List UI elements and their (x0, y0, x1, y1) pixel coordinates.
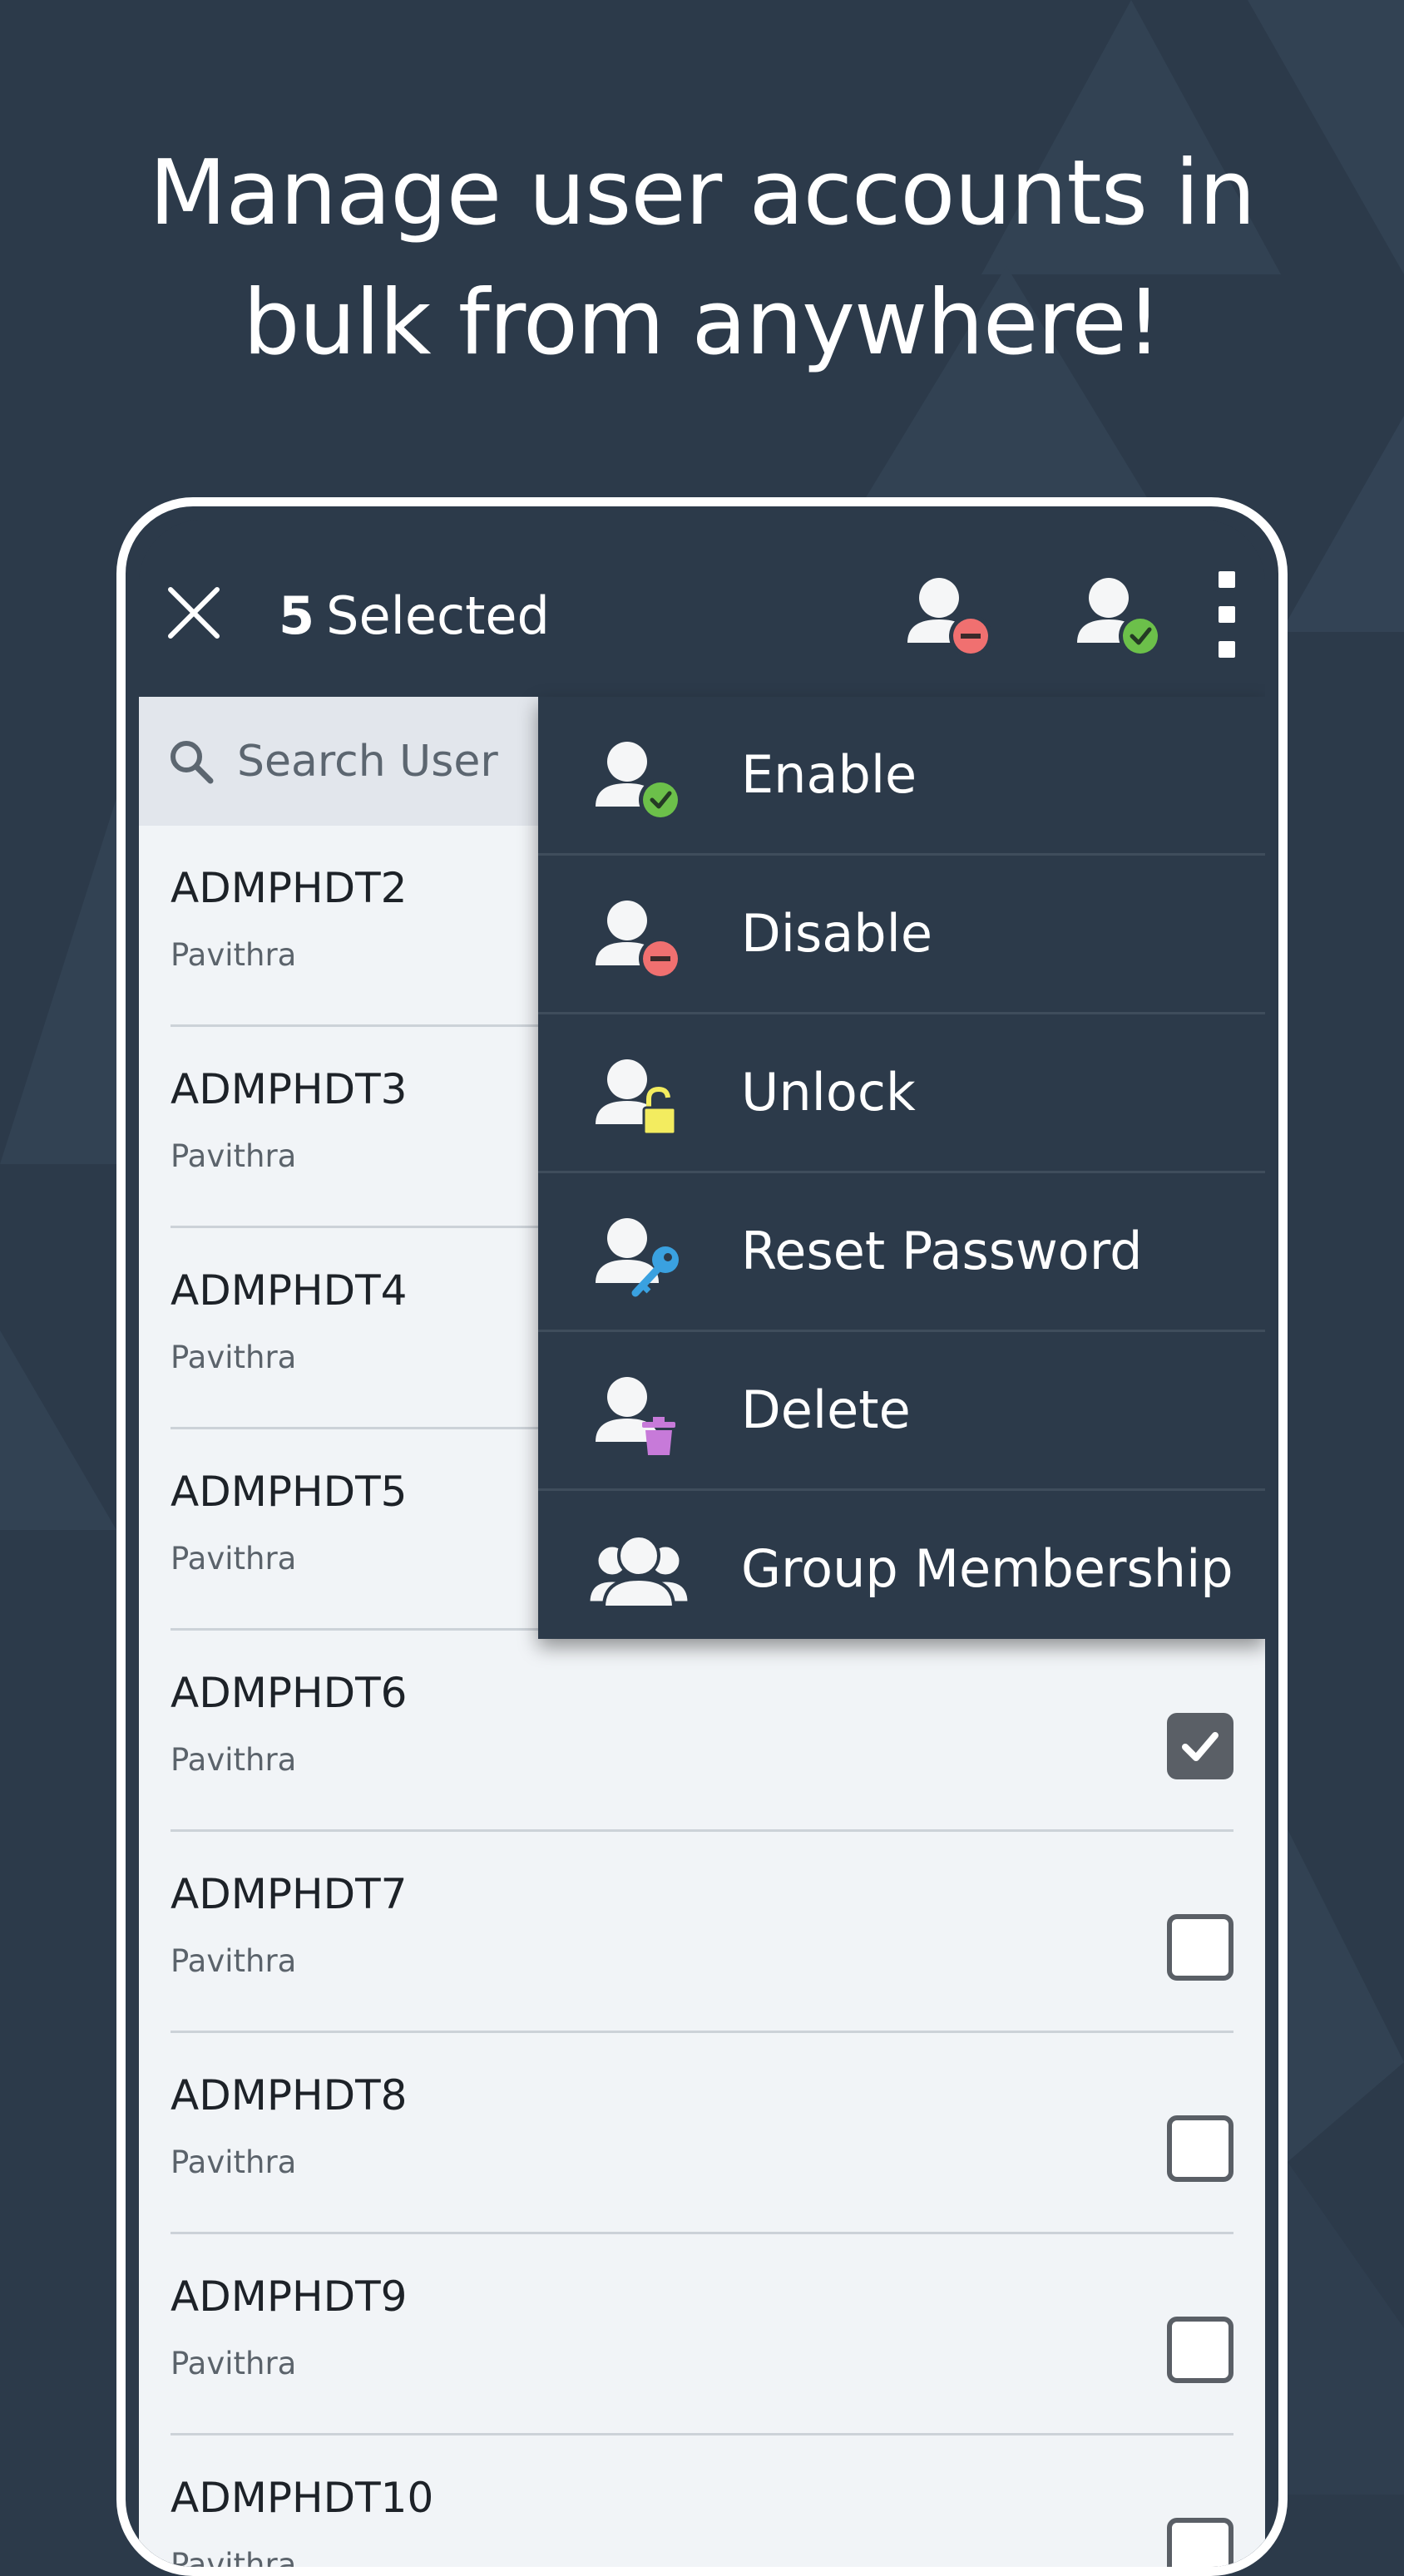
user-owner: Pavithra (171, 1138, 297, 1174)
group-membership-icon (587, 1534, 690, 1609)
selection-title: 5 Selected (279, 583, 550, 649)
user-owner: Pavithra (171, 937, 297, 973)
selected-label: Selected (326, 585, 550, 646)
user-name: ADMPHDT8 (171, 2071, 408, 2120)
headline-line-1: Manage user accounts in (149, 141, 1256, 245)
search-input[interactable]: Search User (139, 697, 538, 826)
user-row[interactable]: ADMPHDT9 Pavithra (171, 2234, 1233, 2435)
user-reset-password-icon (596, 1218, 679, 1297)
user-disable-icon (596, 901, 682, 980)
menu-item-enable[interactable]: Enable (538, 697, 1265, 856)
user-owner: Pavithra (171, 2547, 297, 2567)
phone-frame: 5 Selected Search User ADMPHDT2 Pavithra… (116, 497, 1288, 2576)
user-owner: Pavithra (171, 1742, 297, 1778)
user-enable-icon[interactable] (1067, 570, 1167, 661)
menu-item-delete[interactable]: Delete (538, 1332, 1265, 1491)
user-disable-icon[interactable] (897, 570, 997, 661)
user-owner: Pavithra (171, 1943, 297, 1979)
menu-item-label: Group Membership (741, 1538, 1233, 1599)
checkbox-unchecked[interactable] (1167, 2518, 1233, 2567)
user-name: ADMPHDT7 (171, 1870, 408, 1918)
checkbox-unchecked[interactable] (1167, 2115, 1233, 2182)
close-icon[interactable] (166, 585, 222, 641)
user-owner: Pavithra (171, 2346, 297, 2381)
selection-app-bar: 5 Selected (139, 520, 1265, 697)
headline-line-2: bulk from anywhere! (242, 271, 1162, 375)
user-delete-icon (596, 1377, 675, 1455)
menu-item-label: Reset Password (741, 1221, 1143, 1281)
user-name: ADMPHDT10 (171, 2474, 434, 2522)
checkbox-unchecked[interactable] (1167, 2317, 1233, 2383)
user-name: ADMPHDT4 (171, 1266, 408, 1315)
user-enable-icon (596, 742, 682, 822)
user-name: ADMPHDT5 (171, 1468, 408, 1516)
search-icon (171, 740, 214, 783)
more-options-icon[interactable] (1215, 571, 1238, 658)
menu-item-group-membership[interactable]: Group Membership (538, 1491, 1265, 1650)
phone-screen: 5 Selected Search User ADMPHDT2 Pavithra… (139, 520, 1265, 2567)
user-row[interactable]: ADMPHDT6 Pavithra (171, 1631, 1233, 1832)
user-owner: Pavithra (171, 1340, 297, 1375)
bulk-actions-menu: Enable Disable Unlock Reset Password Delete G… (538, 697, 1265, 1639)
checkbox-checked[interactable] (1167, 1713, 1233, 1779)
user-row[interactable]: ADMPHDT10 Pavithra (171, 2435, 1233, 2567)
menu-item-disable[interactable]: Disable (538, 856, 1265, 1014)
user-name: ADMPHDT2 (171, 864, 408, 912)
user-name: ADMPHDT9 (171, 2273, 408, 2321)
menu-item-label: Enable (741, 744, 917, 805)
checkmark-icon (1182, 1732, 1219, 1761)
user-row[interactable]: ADMPHDT8 Pavithra (171, 2033, 1233, 2234)
menu-item-label: Unlock (741, 1062, 916, 1123)
selected-count: 5 (279, 585, 315, 646)
user-owner: Pavithra (171, 1541, 297, 1577)
user-unlock-icon (596, 1059, 677, 1136)
headline: Manage user accounts in bulk from anywhe… (0, 129, 1404, 388)
user-row[interactable]: ADMPHDT7 Pavithra (171, 1832, 1233, 2033)
menu-item-reset-password[interactable]: Reset Password (538, 1173, 1265, 1332)
checkbox-unchecked[interactable] (1167, 1914, 1233, 1981)
menu-item-label: Disable (741, 903, 932, 964)
menu-item-label: Delete (741, 1379, 911, 1440)
menu-item-unlock[interactable]: Unlock (538, 1014, 1265, 1173)
user-name: ADMPHDT3 (171, 1065, 408, 1113)
search-placeholder: Search User (237, 736, 498, 787)
user-owner: Pavithra (171, 2144, 297, 2180)
user-name: ADMPHDT6 (171, 1669, 408, 1717)
